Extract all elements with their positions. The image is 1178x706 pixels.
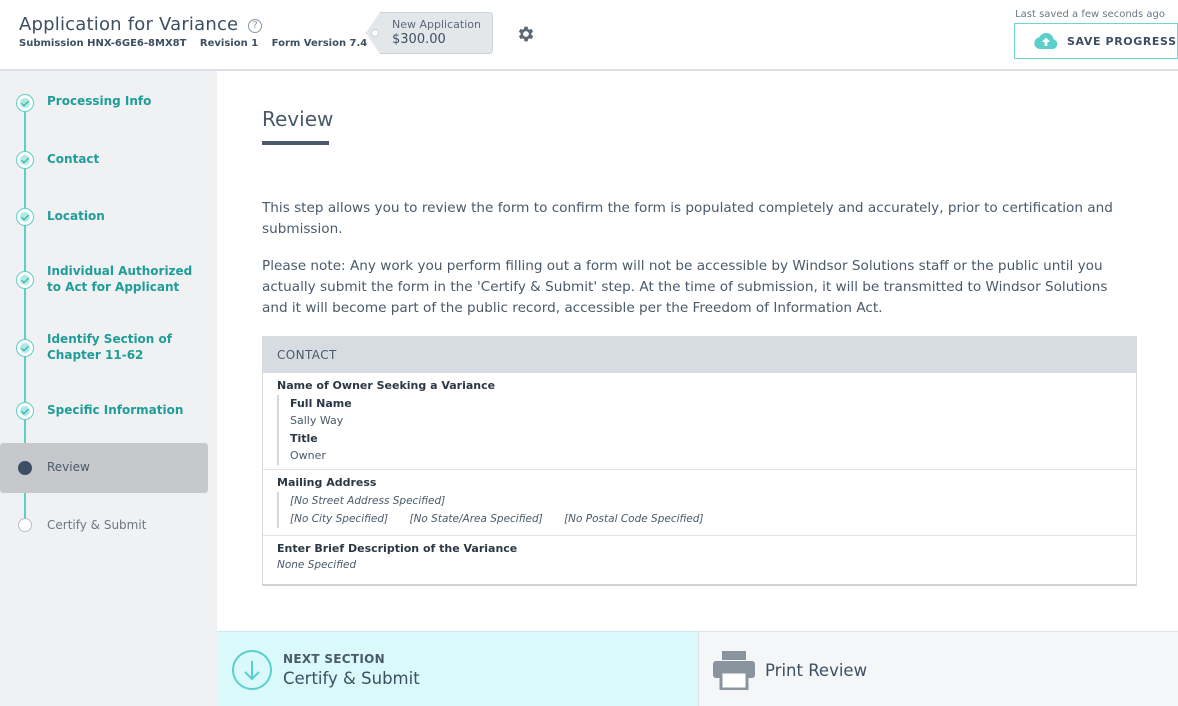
sidebar-step-specific-information[interactable]: Specific Information xyxy=(0,401,217,423)
mailing-address-title: Mailing Address xyxy=(277,476,377,489)
description-value: None Specified xyxy=(277,559,357,571)
price-tag-hole xyxy=(371,29,379,37)
check-icon xyxy=(16,402,34,420)
arrow-down-icon xyxy=(232,650,272,690)
sidebar-step-identify-section[interactable]: Identify Section of Chapter 11-62 xyxy=(0,330,217,366)
owner-section: Name of Owner Seeking a Variance Full Na… xyxy=(263,373,1136,470)
next-section-name: Certify & Submit xyxy=(283,669,420,688)
step-label-line2: to Act for Applicant xyxy=(47,280,180,294)
step-label: Review xyxy=(47,460,90,474)
submission-id: HNX-6GE6-8MX8T xyxy=(87,38,187,49)
page-title: Application for Variance ? xyxy=(19,14,263,35)
last-saved-status: Last saved a few seconds ago xyxy=(1015,9,1165,20)
pending-step-icon xyxy=(18,518,32,532)
sidebar-step-contact[interactable]: Contact xyxy=(0,150,217,172)
submission-info: Submission HNX-6GE6-8MX8T Revision 1 For… xyxy=(19,38,377,49)
sidebar-step-review[interactable]: Review xyxy=(0,443,208,493)
sidebar-step-location[interactable]: Location xyxy=(0,207,217,229)
check-icon xyxy=(16,94,34,112)
contact-review-card: CONTACT Name of Owner Seeking a Variance… xyxy=(262,336,1137,586)
full-name-label: Full Name xyxy=(290,397,352,410)
sidebar-step-individual-authorized[interactable]: Individual Authorized to Act for Applica… xyxy=(0,262,217,298)
title-label: Title xyxy=(290,432,318,445)
next-section-label: NEXT SECTION xyxy=(283,652,385,666)
form-version-label: Form Version 7.4 xyxy=(271,38,368,49)
printer-icon xyxy=(713,651,755,690)
print-review-label: Print Review xyxy=(765,661,868,680)
step-label-line2: Chapter 11-62 xyxy=(47,348,144,362)
city-state-postal-row: [No City Specified] [No State/Area Speci… xyxy=(290,510,1122,528)
check-icon xyxy=(16,208,34,226)
step-label: Location xyxy=(47,209,105,223)
help-icon[interactable]: ? xyxy=(248,19,263,33)
city-value: [No City Specified] xyxy=(290,513,389,525)
full-name-value: Sally Way xyxy=(290,414,344,427)
card-header: CONTACT xyxy=(263,337,1136,373)
intro-paragraph: This step allows you to review the form … xyxy=(262,200,1113,237)
app-header: Application for Variance ? Submission HN… xyxy=(0,0,1178,71)
section-title-underline xyxy=(262,141,329,145)
step-label: Processing Info xyxy=(47,94,152,108)
title-value: Owner xyxy=(290,449,326,462)
state-value: [No State/Area Specified] xyxy=(409,513,543,525)
step-label: Specific Information xyxy=(47,403,184,417)
next-section-button[interactable]: NEXT SECTION Certify & Submit xyxy=(217,631,698,706)
description-title: Enter Brief Description of the Variance xyxy=(277,542,518,555)
check-icon xyxy=(16,339,34,357)
submission-label: Submission xyxy=(19,38,84,49)
owner-details: Full Name Sally Way Title Owner xyxy=(277,395,1122,465)
step-label: Contact xyxy=(47,152,100,166)
step-label: Individual Authorized to Act for Applica… xyxy=(47,263,192,295)
save-progress-button[interactable]: SAVE PROGRESS xyxy=(1014,23,1178,59)
note-paragraph: Please note: Any work you perform fillin… xyxy=(262,258,1108,316)
step-label: Certify & Submit xyxy=(47,518,147,532)
sidebar-step-certify-submit[interactable]: Certify & Submit xyxy=(0,515,217,537)
street-value: [No Street Address Specified] xyxy=(290,495,446,507)
cloud-upload-icon xyxy=(1034,32,1058,49)
page-title-text: Application for Variance xyxy=(19,14,239,35)
description-section: Enter Brief Description of the Variance … xyxy=(263,536,1136,582)
current-step-icon xyxy=(18,461,32,475)
check-icon xyxy=(16,271,34,289)
step-label-line1: Identify Section of xyxy=(47,332,172,346)
main-content: Review This step allows you to review th… xyxy=(217,71,1178,631)
step-sidebar: Processing Info Contact Location Individ… xyxy=(0,71,217,706)
postal-code-value: [No Postal Code Specified] xyxy=(564,513,704,525)
mailing-address-details: [No Street Address Specified] [No City S… xyxy=(277,492,1122,528)
revision-label: Revision 1 xyxy=(199,38,259,49)
check-icon xyxy=(16,151,34,169)
step-label-line1: Individual Authorized xyxy=(47,264,193,278)
save-progress-label: SAVE PROGRESS xyxy=(1067,34,1177,48)
gear-icon[interactable] xyxy=(516,24,536,44)
mailing-address-section: Mailing Address [No Street Address Speci… xyxy=(263,470,1136,536)
owner-section-title: Name of Owner Seeking a Variance xyxy=(277,379,496,392)
print-review-button[interactable]: Print Review xyxy=(698,631,1178,706)
sidebar-step-processing-info[interactable]: Processing Info xyxy=(0,92,217,114)
step-label: Identify Section of Chapter 11-62 xyxy=(47,331,172,363)
price-tag-value: $300.00 xyxy=(392,32,446,47)
section-title: Review xyxy=(262,107,334,131)
price-tag-label: New Application xyxy=(392,18,481,31)
